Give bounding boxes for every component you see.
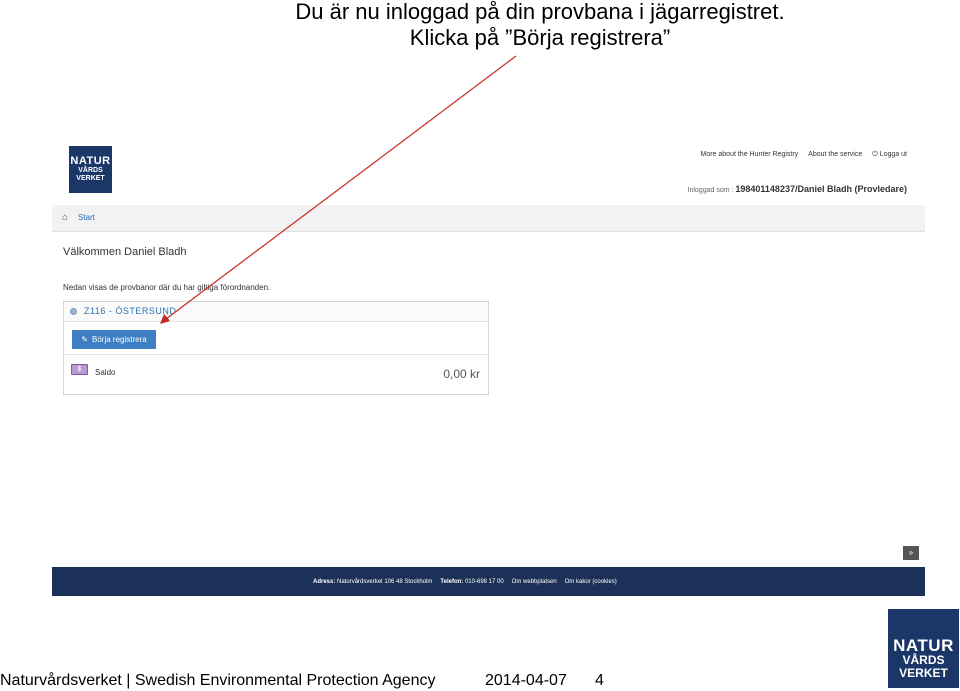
arrow-head — [160, 314, 170, 324]
corner-naturvardsverket-logo: NATUR VÅRDS VERKET — [888, 609, 959, 688]
slide-footer-org: Naturvårdsverket | Swedish Environmental… — [0, 672, 436, 689]
callout-arrow — [160, 55, 517, 324]
arrow-line — [161, 55, 517, 323]
corner-logo-line1: NATUR — [893, 636, 954, 655]
slide-footer-date: 2014-04-07 — [485, 672, 567, 689]
slide-page-number: 4 — [595, 672, 604, 689]
corner-logo-line3: VERKET — [899, 666, 948, 680]
